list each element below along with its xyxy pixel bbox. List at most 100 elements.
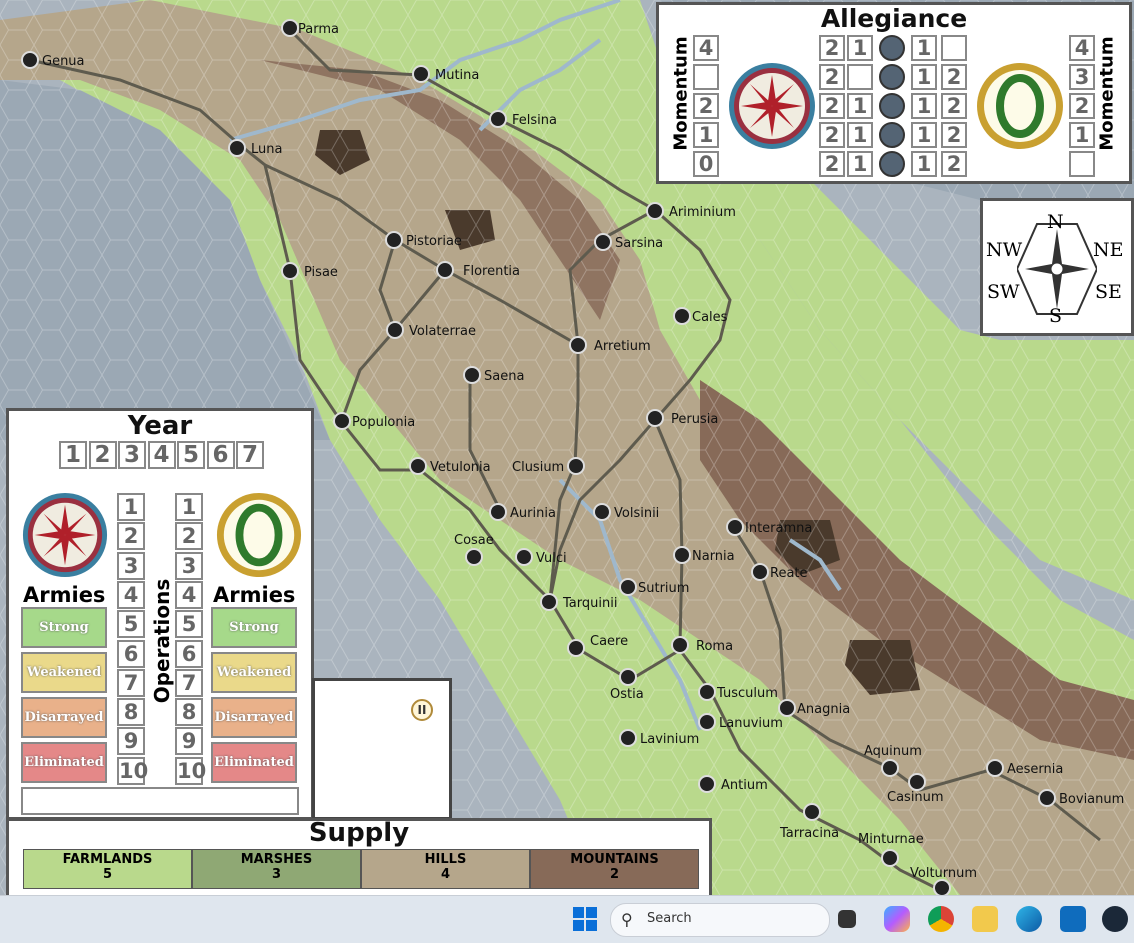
allegiance-value-a: 2 bbox=[819, 122, 845, 148]
taskbar-search[interactable]: ⚲ Search bbox=[610, 903, 830, 937]
armies-label-right: Armies bbox=[213, 583, 296, 607]
steam-icon[interactable] bbox=[1102, 906, 1128, 932]
city-marker-icon[interactable] bbox=[489, 110, 507, 128]
supply-panel: Supply FARMLANDS 5 MARSHES 3 HILLS 4 MOUNTAINS… bbox=[6, 818, 712, 898]
allegiance-marker-icon[interactable] bbox=[879, 122, 905, 148]
city-marker-icon[interactable] bbox=[409, 457, 427, 475]
supply-value: 2 bbox=[609, 867, 620, 882]
windows-start-icon[interactable] bbox=[572, 906, 598, 932]
city-marker-icon[interactable] bbox=[673, 307, 691, 325]
city-marker-icon[interactable] bbox=[463, 366, 481, 384]
allegiance-value-c: 1 bbox=[911, 122, 937, 148]
city-marker-icon[interactable] bbox=[698, 713, 716, 731]
city-marker-icon[interactable] bbox=[881, 759, 899, 777]
city-marker-icon[interactable] bbox=[619, 668, 637, 686]
city-marker-icon[interactable] bbox=[567, 457, 585, 475]
compass-s: S bbox=[1049, 305, 1063, 327]
army-state-weakened: Weakened bbox=[211, 652, 297, 693]
city-marker-icon[interactable] bbox=[228, 139, 246, 157]
city-marker-icon[interactable] bbox=[386, 321, 404, 339]
city-marker-icon[interactable] bbox=[619, 729, 637, 747]
empty-box bbox=[21, 787, 299, 815]
compass-nw: NW bbox=[986, 239, 1023, 261]
operations-cell: 7 bbox=[175, 668, 203, 697]
year-cell: 5 bbox=[177, 441, 205, 469]
allegiance-value-b bbox=[847, 64, 873, 90]
city-marker-icon[interactable] bbox=[646, 202, 664, 220]
city-marker-icon[interactable] bbox=[751, 563, 769, 581]
city-marker-icon[interactable] bbox=[385, 231, 403, 249]
outlook-icon[interactable] bbox=[1060, 906, 1086, 932]
allegiance-marker-icon[interactable] bbox=[879, 35, 905, 61]
operations-cell: 5 bbox=[117, 610, 145, 639]
army-state-disarrayed: Disarrayed bbox=[21, 697, 107, 738]
army-state-strong: Strong bbox=[21, 607, 107, 648]
search-placeholder: Search bbox=[647, 911, 692, 926]
city-marker-icon[interactable] bbox=[593, 503, 611, 521]
armies-label-left: Armies bbox=[23, 583, 106, 607]
city-marker-icon[interactable] bbox=[986, 759, 1004, 777]
year-cell: 7 bbox=[236, 441, 264, 469]
city-marker-icon[interactable] bbox=[540, 593, 558, 611]
city-marker-icon[interactable] bbox=[594, 233, 612, 251]
copilot-icon[interactable] bbox=[884, 906, 910, 932]
left-momentum-label: Momentum bbox=[670, 36, 692, 151]
city-marker-icon[interactable] bbox=[698, 683, 716, 701]
city-marker-icon[interactable] bbox=[778, 699, 796, 717]
supply-terrain-label: MOUNTAINS bbox=[570, 852, 659, 867]
army-state-eliminated: Eliminated bbox=[211, 742, 297, 783]
taskbar: ⚲ Search bbox=[0, 895, 1134, 943]
city-marker-icon[interactable] bbox=[333, 412, 351, 430]
army-token-ii[interactable]: II bbox=[411, 699, 433, 721]
left-momentum-cell bbox=[693, 64, 719, 90]
allegiance-title: Allegiance bbox=[820, 4, 968, 33]
task-view-icon[interactable] bbox=[838, 910, 856, 928]
compass-ne: NE bbox=[1093, 239, 1124, 261]
compass-se: SE bbox=[1095, 281, 1122, 303]
city-marker-icon[interactable] bbox=[646, 409, 664, 427]
edge-icon[interactable] bbox=[1016, 906, 1042, 932]
city-marker-icon[interactable] bbox=[465, 548, 483, 566]
city-marker-icon[interactable] bbox=[569, 336, 587, 354]
rome-emblem-icon bbox=[729, 63, 815, 149]
chrome-icon[interactable] bbox=[928, 906, 954, 932]
city-marker-icon[interactable] bbox=[489, 503, 507, 521]
year-cell: 1 bbox=[59, 441, 87, 469]
supply-value: 3 bbox=[271, 867, 282, 882]
left-momentum-cell: 0 bbox=[693, 151, 719, 177]
year-cell: 2 bbox=[88, 441, 117, 469]
city-marker-icon[interactable] bbox=[671, 636, 689, 654]
city-marker-icon[interactable] bbox=[698, 775, 716, 793]
right-momentum-cell: 2 bbox=[1069, 93, 1095, 119]
operations-cell: 2 bbox=[175, 522, 203, 551]
city-marker-icon[interactable] bbox=[567, 639, 585, 657]
operations-cell: 10 bbox=[175, 756, 207, 785]
operations-cell: 4 bbox=[175, 580, 203, 609]
city-marker-icon[interactable] bbox=[619, 578, 637, 596]
allegiance-value-b: 1 bbox=[847, 122, 873, 148]
operations-cell: 2 bbox=[117, 522, 145, 551]
supply-value: 5 bbox=[102, 867, 113, 882]
allegiance-marker-icon[interactable] bbox=[879, 64, 905, 90]
allegiance-marker-icon[interactable] bbox=[879, 93, 905, 119]
city-marker-icon[interactable] bbox=[881, 849, 899, 867]
city-marker-icon[interactable] bbox=[281, 19, 299, 37]
city-marker-icon[interactable] bbox=[908, 773, 926, 791]
year-cell: 6 bbox=[206, 441, 235, 469]
allegiance-marker-icon[interactable] bbox=[879, 151, 905, 177]
city-marker-icon[interactable] bbox=[803, 803, 821, 821]
file-explorer-icon[interactable] bbox=[972, 906, 998, 932]
operations-cell: 8 bbox=[175, 698, 203, 727]
year-title: Year bbox=[127, 411, 193, 441]
city-marker-icon[interactable] bbox=[726, 518, 744, 536]
city-marker-icon[interactable] bbox=[412, 65, 430, 83]
city-marker-icon[interactable] bbox=[281, 262, 299, 280]
year-cell: 3 bbox=[118, 441, 146, 469]
right-momentum-cell: 4 bbox=[1069, 35, 1095, 61]
city-marker-icon[interactable] bbox=[1038, 789, 1056, 807]
operations-cell: 5 bbox=[175, 610, 203, 639]
city-marker-icon[interactable] bbox=[515, 548, 533, 566]
city-marker-icon[interactable] bbox=[673, 546, 691, 564]
city-marker-icon[interactable] bbox=[21, 51, 39, 69]
city-marker-icon[interactable] bbox=[436, 261, 454, 279]
